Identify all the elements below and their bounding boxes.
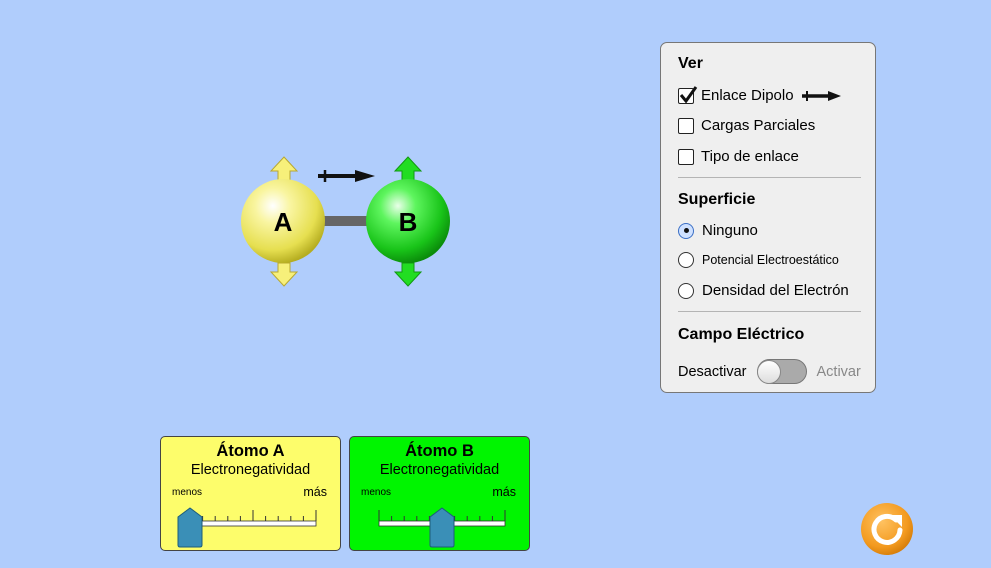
dipole-arrow-icon <box>801 90 841 101</box>
bond-type-label: Tipo de enlace <box>701 148 799 165</box>
bond <box>322 216 372 226</box>
bond-type-checkbox[interactable] <box>678 148 694 165</box>
slider-thumb[interactable] <box>429 507 455 548</box>
bond-dipole-label: Enlace Dipolo <box>701 87 794 104</box>
atom-a-label: A <box>274 207 293 237</box>
surface-electron-density-radio[interactable] <box>678 282 694 299</box>
surface-electrostatic-label: Potencial Electroestático <box>702 253 839 267</box>
surface-section-title: Superficie <box>678 191 756 208</box>
surface-electron-density-label: Densidad del Electrón <box>702 282 849 299</box>
atom-a-electronegativity-panel: Átomo A Electronegatividad menos más <box>160 436 341 551</box>
surface-none-radio-row[interactable]: Ninguno <box>678 222 758 239</box>
atom-a-up-arrow[interactable] <box>269 156 299 181</box>
reset-button[interactable] <box>860 502 914 556</box>
view-section-title: Ver <box>678 55 703 72</box>
surface-none-radio[interactable] <box>678 222 694 239</box>
partial-charges-label: Cargas Parciales <box>701 117 816 134</box>
surface-none-label: Ninguno <box>702 222 758 239</box>
partial-charges-checkbox[interactable] <box>678 117 694 134</box>
atom-b-label: B <box>399 207 418 237</box>
bond-dipole-checkbox-row[interactable]: Enlace Dipolo <box>678 85 842 104</box>
slider-thumb[interactable] <box>177 507 203 548</box>
atom-b-down-arrow[interactable] <box>393 262 423 287</box>
divider <box>678 311 861 312</box>
atom-b-up-arrow[interactable] <box>393 156 423 181</box>
atom-a[interactable]: A <box>241 179 325 263</box>
control-panel: Ver Enlace Dipolo Cargas Parciales Tipo … <box>660 42 876 393</box>
toggle-on-label: Activar <box>816 363 861 380</box>
surface-electrostatic-radio-row[interactable]: Potencial Electroestático <box>678 252 839 268</box>
slider-track[interactable] <box>189 520 317 527</box>
electric-field-section-title: Campo Eléctrico <box>678 326 805 343</box>
surface-electrostatic-radio[interactable] <box>678 252 694 268</box>
partial-charges-checkbox-row[interactable]: Cargas Parciales <box>678 117 815 134</box>
toggle-knob[interactable] <box>757 359 781 384</box>
atom-a-down-arrow[interactable] <box>269 262 299 287</box>
atom-b[interactable]: B <box>366 179 450 263</box>
divider <box>678 177 861 178</box>
electric-field-toggle-row: Desactivar Activar <box>678 359 861 384</box>
check-icon <box>679 85 698 103</box>
bond-dipole-checkbox[interactable] <box>678 85 698 104</box>
bond-type-checkbox-row[interactable]: Tipo de enlace <box>678 148 799 165</box>
atom-b-electronegativity-slider[interactable] <box>350 437 531 552</box>
bond-dipole-arrow <box>318 170 375 182</box>
electric-field-toggle[interactable] <box>756 359 807 384</box>
atom-b-electronegativity-panel: Átomo B Electronegatividad menos más <box>349 436 530 551</box>
atom-a-electronegativity-slider[interactable] <box>161 437 342 552</box>
toggle-off-label: Desactivar <box>678 363 747 380</box>
surface-electron-density-radio-row[interactable]: Densidad del Electrón <box>678 282 849 299</box>
